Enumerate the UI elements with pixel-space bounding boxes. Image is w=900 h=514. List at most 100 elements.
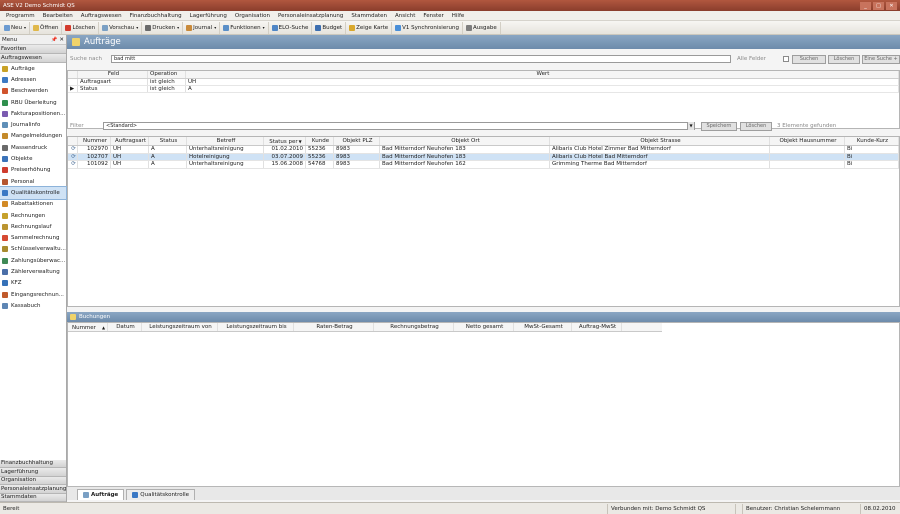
menu-lagerfuehrung[interactable]: Lagerführung bbox=[186, 13, 231, 19]
sidebar-item[interactable]: Preiserhöhung bbox=[0, 165, 66, 176]
delete-search-button[interactable]: Löschen bbox=[828, 54, 860, 64]
sidebar-item[interactable]: Kassabuch bbox=[0, 300, 66, 311]
bookings-column-header[interactable]: Leistungszeitraum bis bbox=[218, 323, 294, 331]
save-filter-button[interactable]: Speichern bbox=[701, 121, 737, 131]
menu-hilfe[interactable]: Hilfe bbox=[448, 13, 469, 19]
chevron-down-icon[interactable]: ▼ bbox=[687, 122, 694, 130]
orders-column-header[interactable]: Kunde-Kurz bbox=[845, 137, 899, 145]
sidebar-category[interactable]: Finanzbuchhaltung bbox=[0, 459, 66, 468]
menu-ansicht[interactable]: Ansicht bbox=[391, 13, 419, 19]
sidebar-item[interactable]: Mangelmeldungen bbox=[0, 131, 66, 142]
order-strasse[interactable]: Grimming Therme Bad Mitterndorf bbox=[550, 161, 770, 168]
search-input[interactable]: bad mitt bbox=[111, 55, 731, 63]
sort-desc-icon[interactable]: ▼ bbox=[298, 139, 302, 144]
condition-field[interactable]: Auftragsart bbox=[78, 79, 148, 85]
menu-programm[interactable]: Programm bbox=[2, 13, 39, 19]
orders-column-header[interactable]: Status per▼ bbox=[264, 137, 306, 145]
all-fields-checkbox[interactable] bbox=[783, 56, 789, 62]
bookings-column-header[interactable]: MwSt-Gesamt bbox=[514, 323, 572, 331]
sidebar-category[interactable]: Organisation bbox=[0, 476, 66, 485]
condition-row[interactable]: ▶ Status ist gleich A bbox=[68, 86, 899, 93]
order-art[interactable]: UH bbox=[111, 146, 149, 153]
conditions-column-feld[interactable]: Feld bbox=[78, 71, 148, 78]
sidebar-item[interactable]: Sammelrechnung bbox=[0, 232, 66, 243]
order-betreff[interactable]: Unterhaltsreinigung bbox=[187, 146, 264, 153]
bookings-column-header[interactable]: Leistungszeitraum von bbox=[142, 323, 218, 331]
sidebar-item[interactable]: Beschwerden bbox=[0, 86, 66, 97]
table-row[interactable]: ⟳ 101092 UH A Unterhaltsreinigung 15.06.2008 5… bbox=[68, 161, 899, 169]
toolbar-button-drucken[interactable]: Drucken ▾ bbox=[142, 21, 184, 34]
table-row[interactable]: ⟳ 102970 UH A Unterhaltsreinigung 01.02.2010 5… bbox=[68, 146, 899, 154]
order-kunde_kurz[interactable]: Bi bbox=[845, 161, 899, 168]
toolbar-button-neu[interactable]: Neu ▾ bbox=[1, 21, 30, 34]
menu-stammdaten[interactable]: Stammdaten bbox=[347, 13, 391, 19]
orders-column-header[interactable]: Objekt PLZ bbox=[334, 137, 380, 145]
orders-column-header[interactable]: Objekt Ort bbox=[380, 137, 550, 145]
menu-fenster[interactable]: Fenster bbox=[419, 13, 447, 19]
delete-filter-button[interactable]: Löschen bbox=[740, 121, 772, 131]
bookings-column-header[interactable]: Nummer ▲ bbox=[68, 323, 108, 331]
orders-column-header[interactable]: Objekt Hausnummer bbox=[770, 137, 845, 145]
order-kunde_kurz[interactable]: Bi bbox=[845, 153, 899, 160]
orders-column-header[interactable]: Nummer bbox=[78, 137, 111, 145]
chevron-down-icon[interactable]: ▾ bbox=[135, 25, 138, 30]
order-kunde[interactable]: 54768 bbox=[306, 161, 334, 168]
table-row[interactable]: ⟳ 102707 UH A Hotelreinigung 03.07.2009 55236 8… bbox=[68, 153, 899, 161]
orders-column-header[interactable]: Kunde bbox=[306, 137, 334, 145]
order-ort[interactable]: Bad Mitterndorf Neuhofen 183 bbox=[380, 153, 550, 160]
sidebar-item[interactable]: Fakturapositionen... bbox=[0, 108, 66, 119]
bookings-column-header[interactable]: Rechnungsbetrag bbox=[374, 323, 454, 331]
condition-field[interactable]: Status bbox=[78, 86, 148, 92]
sidebar-item[interactable]: Schlüsselverwaltu... bbox=[0, 244, 66, 255]
sidebar-item[interactable]: Qualitätskontrolle bbox=[0, 186, 67, 200]
sidebar-item[interactable]: Eingangsrechnun... bbox=[0, 289, 66, 300]
order-strasse[interactable]: Alibaris Club Hotel Bad Mitterndorf bbox=[550, 153, 770, 160]
sort-asc-icon[interactable]: ▲ bbox=[96, 325, 105, 330]
order-art[interactable]: UH bbox=[111, 153, 149, 160]
minimize-button[interactable]: _ bbox=[860, 1, 871, 10]
sidebar-item[interactable]: Massendruck bbox=[0, 142, 66, 153]
order-status[interactable]: A bbox=[149, 161, 187, 168]
order-kunde[interactable]: 55236 bbox=[306, 153, 334, 160]
orders-column-header[interactable]: Auftragsart bbox=[111, 137, 149, 145]
toolbar-button-journal[interactable]: Journal ▾ bbox=[183, 21, 221, 34]
order-status[interactable]: A bbox=[149, 146, 187, 153]
sidebar-item[interactable]: RBU Überleitung bbox=[0, 97, 66, 108]
order-hausnummer[interactable] bbox=[770, 161, 845, 168]
sidebar-item[interactable]: Journalinfo bbox=[0, 119, 66, 130]
menu-bearbeiten[interactable]: Bearbeiten bbox=[39, 13, 77, 19]
order-plz[interactable]: 8983 bbox=[334, 146, 380, 153]
order-strasse[interactable]: Alibaris Club Hotel Zimmer Bad Mitterndo… bbox=[550, 146, 770, 153]
close-icon[interactable]: ✕ bbox=[57, 37, 64, 43]
sidebar-item[interactable]: Zahlungsüberwac... bbox=[0, 255, 66, 266]
chevron-down-icon[interactable]: ▾ bbox=[213, 25, 216, 30]
toolbar-button-öffnen[interactable]: Öffnen bbox=[30, 21, 63, 34]
order-nummer[interactable]: 102970 bbox=[78, 146, 111, 153]
order-hausnummer[interactable] bbox=[770, 153, 845, 160]
chevron-down-icon[interactable]: ▾ bbox=[262, 25, 265, 30]
single-search-button[interactable]: Eine Suche + bbox=[862, 54, 900, 64]
condition-operation[interactable]: ist gleich bbox=[148, 86, 186, 92]
menu-finanzbuchhaltung[interactable]: Finanzbuchhaltung bbox=[126, 13, 186, 19]
sidebar-category[interactable]: Stammdaten bbox=[0, 493, 66, 502]
toolbar-button-elo-suche[interactable]: ELO-Suche bbox=[269, 21, 313, 34]
toolbar-button-v1-synchronisierung[interactable]: V1 Synchronisierung bbox=[392, 21, 463, 34]
orders-column-header[interactable] bbox=[68, 137, 78, 145]
toolbar-button-funktionen[interactable]: Funktionen ▾ bbox=[220, 21, 269, 34]
order-betreff[interactable]: Unterhaltsreinigung bbox=[187, 161, 264, 168]
tab-qualitaetskontrolle[interactable]: Qualitätskontrolle bbox=[126, 489, 196, 500]
sidebar-item[interactable]: Aufträge bbox=[0, 63, 66, 74]
orders-column-header[interactable]: Betreff bbox=[187, 137, 264, 145]
filter-select[interactable]: <Standard> ▼ bbox=[103, 122, 695, 130]
sidebar-item[interactable]: Adressen bbox=[0, 74, 66, 85]
order-art[interactable]: UH bbox=[111, 161, 149, 168]
menu-auftragswesen[interactable]: Auftragswesen bbox=[77, 13, 126, 19]
menu-personaleinsatzplanung[interactable]: Personaleinsatzplanung bbox=[274, 13, 347, 19]
order-hausnummer[interactable] bbox=[770, 146, 845, 153]
sidebar-category[interactable]: Personaleinsatzplanung bbox=[0, 485, 66, 494]
bookings-column-header[interactable]: Auftrag-MwSt bbox=[572, 323, 622, 331]
orders-column-header[interactable]: Objekt Strasse bbox=[550, 137, 770, 145]
order-kunde_kurz[interactable]: Bi bbox=[845, 146, 899, 153]
orders-column-header[interactable]: Status bbox=[149, 137, 187, 145]
conditions-column-operation[interactable]: Operation bbox=[148, 71, 186, 78]
